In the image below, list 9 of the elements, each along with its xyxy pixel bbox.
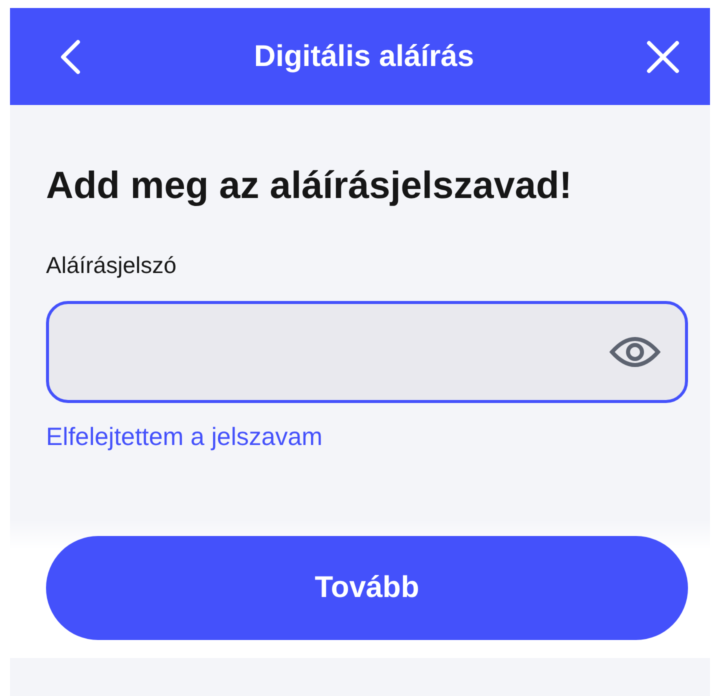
eye-icon[interactable] [609,334,661,370]
close-icon[interactable] [646,40,680,74]
header-title: Digitális aláírás [254,40,474,74]
continue-button[interactable]: Tovább [46,536,688,640]
back-icon[interactable] [58,38,82,74]
field-label: Aláírásjelszó [46,252,178,279]
forgot-password-link[interactable]: Elfelejtettem a jelszavam [46,423,323,452]
page-heading: Add meg az aláírásjelszavad! [46,165,573,208]
password-field[interactable] [46,301,688,403]
